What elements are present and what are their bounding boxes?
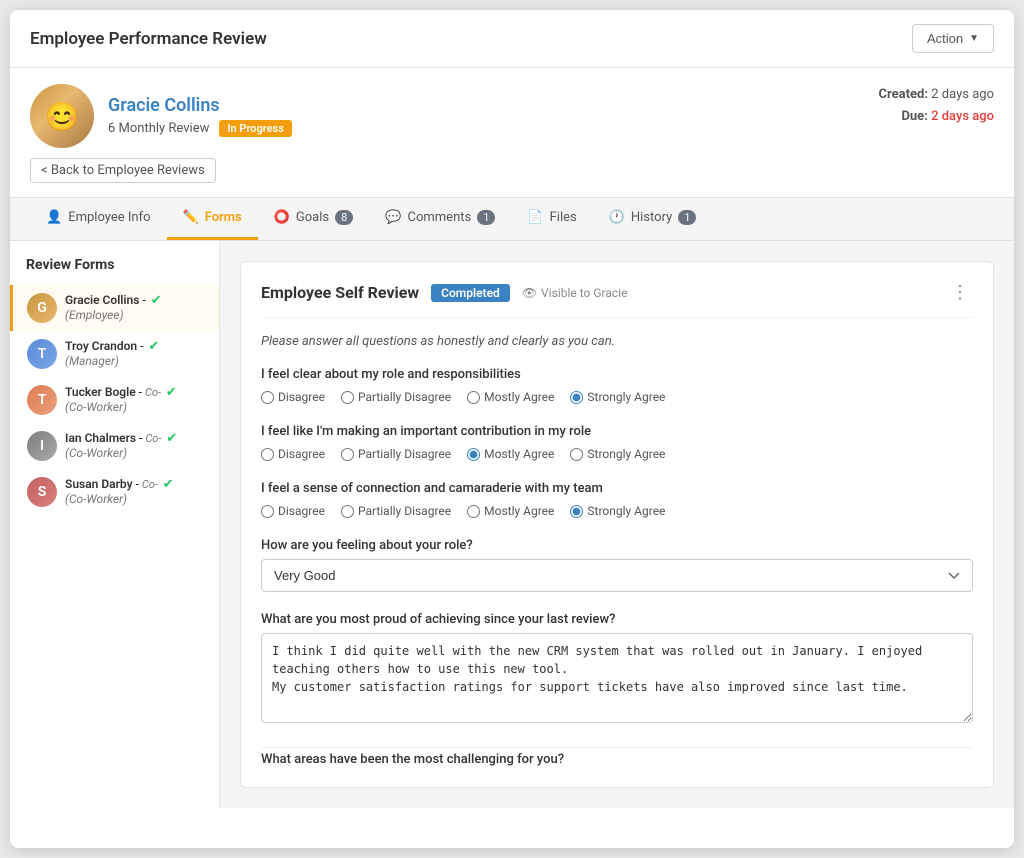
tab-history[interactable]: 🕐 History 1 xyxy=(593,198,713,240)
textarea-question: What are you most proud of achieving sin… xyxy=(261,612,973,727)
check-icon-tucker: ✔ xyxy=(166,385,177,400)
avatar: 😊 xyxy=(30,84,94,148)
reviewer-avatar-tucker: T xyxy=(27,385,57,415)
last-question: What areas have been the most challengin… xyxy=(261,747,973,767)
q1-disagree[interactable]: Disagree xyxy=(261,390,325,404)
form-card: Employee Self Review Completed 👁 Visible… xyxy=(240,261,994,788)
role-feeling-dropdown[interactable]: Very Good Good Neutral Bad Very Bad xyxy=(261,559,973,592)
question-3-text: I feel a sense of connection and camarad… xyxy=(261,481,973,496)
section-title: Review Forms xyxy=(10,257,219,285)
review-type: 6 Monthly Review xyxy=(108,121,209,136)
reviewer-avatar-gracie: G xyxy=(27,293,57,323)
meta-info: Created: 2 days ago Due: 2 days ago xyxy=(879,84,994,128)
reviewer-avatar-susan: S xyxy=(27,477,57,507)
question-3-options: Disagree Partially Disagree Mostly Agree… xyxy=(261,504,973,518)
reviewer-role-susan: (Co-Worker) xyxy=(65,492,174,506)
q3-disagree[interactable]: Disagree xyxy=(261,504,325,518)
reviewer-troy[interactable]: T Troy Crandon - ✔ (Manager) xyxy=(10,331,219,377)
q1-partially-disagree[interactable]: Partially Disagree xyxy=(341,390,451,404)
reviewer-avatar-troy: T xyxy=(27,339,57,369)
form-menu-button[interactable]: ⋮ xyxy=(947,282,973,303)
goals-badge: 8 xyxy=(335,210,353,225)
q2-disagree[interactable]: Disagree xyxy=(261,447,325,461)
edit-icon: ✏️ xyxy=(183,210,199,225)
q3-partially-disagree[interactable]: Partially Disagree xyxy=(341,504,451,518)
history-icon: 🕐 xyxy=(609,210,625,225)
reviewer-role-tucker: (Co-Worker) xyxy=(65,400,177,414)
page-title: Employee Performance Review xyxy=(30,29,267,49)
history-badge: 1 xyxy=(678,210,696,225)
question-1-options: Disagree Partially Disagree Mostly Agree… xyxy=(261,390,973,404)
question-2-text: I feel like I'm making an important cont… xyxy=(261,424,973,439)
question-1-text: I feel clear about my role and responsib… xyxy=(261,367,973,382)
chevron-down-icon: ▼ xyxy=(969,33,979,44)
comments-badge: 1 xyxy=(477,210,495,225)
q2-strongly-agree[interactable]: Strongly Agree xyxy=(570,447,665,461)
check-icon-troy: ✔ xyxy=(148,339,159,354)
q1-mostly-agree[interactable]: Mostly Agree xyxy=(467,390,554,404)
q3-mostly-agree[interactable]: Mostly Agree xyxy=(467,504,554,518)
left-panel: Review Forms G Gracie Collins - ✔ (Emplo… xyxy=(10,241,220,808)
reviewer-ian[interactable]: I Ian Chalmers - Co- ✔ (Co-Worker) xyxy=(10,423,219,469)
check-icon-gracie: ✔ xyxy=(151,293,162,308)
reviewer-name-ian: Ian Chalmers xyxy=(65,431,136,445)
q3-strongly-agree[interactable]: Strongly Agree xyxy=(570,504,665,518)
proud-achievement-textarea[interactable]: I think I did quite well with the new CR… xyxy=(261,633,973,723)
tab-files[interactable]: 📄 Files xyxy=(511,198,592,240)
tab-comments[interactable]: 💬 Comments 1 xyxy=(369,198,511,240)
goals-icon: ⭕ xyxy=(274,210,290,225)
comments-icon: 💬 xyxy=(385,210,401,225)
person-icon: 👤 xyxy=(46,210,62,225)
textarea-label: What are you most proud of achieving sin… xyxy=(261,612,973,627)
q1-strongly-agree[interactable]: Strongly Agree xyxy=(570,390,665,404)
reviewer-role-troy: (Manager) xyxy=(65,354,159,368)
reviewer-role-gracie: (Employee) xyxy=(65,308,162,322)
reviewer-name-tucker: Tucker Bogle xyxy=(65,385,136,399)
tab-goals[interactable]: ⭕ Goals 8 xyxy=(258,198,370,240)
completed-badge: Completed xyxy=(431,284,510,302)
question-1: I feel clear about my role and responsib… xyxy=(261,367,973,404)
question-3: I feel a sense of connection and camarad… xyxy=(261,481,973,518)
right-panel: Employee Self Review Completed 👁 Visible… xyxy=(220,241,1014,808)
action-button[interactable]: Action ▼ xyxy=(912,24,994,53)
q2-mostly-agree[interactable]: Mostly Agree xyxy=(467,447,554,461)
tab-employee-info[interactable]: 👤 Employee Info xyxy=(30,198,167,240)
back-to-reviews-link[interactable]: < Back to Employee Reviews xyxy=(30,158,216,183)
tab-forms[interactable]: ✏️ Forms xyxy=(167,198,258,240)
dropdown-label: How are you feeling about your role? xyxy=(261,538,973,553)
form-instructions: Please answer all questions as honestly … xyxy=(261,334,973,349)
reviewer-gracie[interactable]: G Gracie Collins - ✔ (Employee) xyxy=(10,285,219,331)
visible-label: 👁 Visible to Gracie xyxy=(522,286,628,300)
tabs-bar: 👤 Employee Info ✏️ Forms ⭕ Goals 8 💬 Com… xyxy=(10,197,1014,241)
question-2-options: Disagree Partially Disagree Mostly Agree… xyxy=(261,447,973,461)
files-icon: 📄 xyxy=(527,210,543,225)
reviewer-susan[interactable]: S Susan Darby - Co- ✔ (Co-Worker) xyxy=(10,469,219,515)
reviewer-name-troy: Troy Crandon xyxy=(65,339,137,353)
form-title: Employee Self Review xyxy=(261,283,419,302)
q2-partially-disagree[interactable]: Partially Disagree xyxy=(341,447,451,461)
reviewer-name-susan: Susan Darby xyxy=(65,477,133,491)
reviewer-avatar-ian: I xyxy=(27,431,57,461)
eye-icon: 👁 xyxy=(522,286,537,300)
status-badge: In Progress xyxy=(219,120,291,137)
dropdown-question: How are you feeling about your role? Ver… xyxy=(261,538,973,592)
employee-bar: 😊 Gracie Collins 6 Monthly Review In Pro… xyxy=(10,68,1014,158)
check-icon-susan: ✔ xyxy=(163,477,174,492)
employee-name: Gracie Collins xyxy=(108,95,292,116)
reviewer-tucker[interactable]: T Tucker Bogle - Co- ✔ (Co-Worker) xyxy=(10,377,219,423)
check-icon-ian: ✔ xyxy=(166,431,177,446)
reviewer-name-gracie: Gracie Collins xyxy=(65,293,139,307)
question-2: I feel like I'm making an important cont… xyxy=(261,424,973,461)
reviewer-role-ian: (Co-Worker) xyxy=(65,446,177,460)
